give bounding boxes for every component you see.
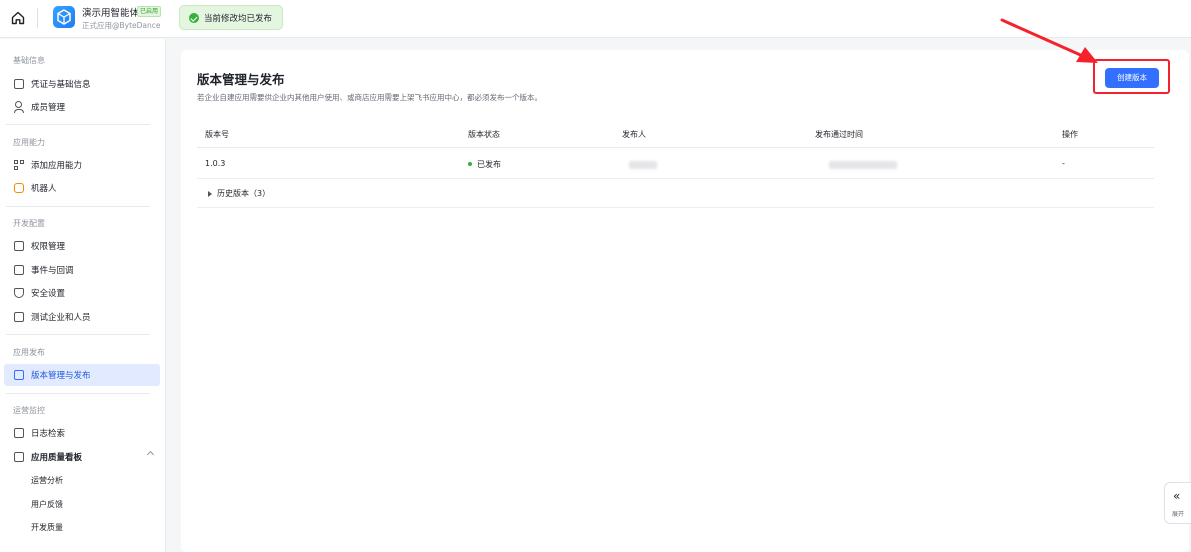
test-icon [14, 312, 24, 322]
sidebar-item-add-capability[interactable]: 添加应用能力 [4, 154, 160, 176]
double-chevron-left-icon: « [1173, 489, 1181, 503]
app-logo-icon [53, 6, 75, 28]
divider [6, 124, 150, 125]
sidebar-item-label: 机器人 [31, 184, 57, 194]
event-icon [14, 265, 24, 275]
annotation-arrow-icon [1000, 18, 1098, 63]
app-status-badge: 已启用 [137, 6, 162, 17]
sidebar-item-label: 添加应用能力 [31, 161, 83, 171]
grid-plus-icon [14, 160, 24, 170]
sidebar-subitem-ops-analysis[interactable]: 运营分析 [31, 475, 63, 486]
home-icon[interactable] [10, 10, 26, 26]
publisher-redacted [629, 161, 657, 169]
sidebar-item-label: 成员管理 [31, 103, 66, 113]
section-title-capabilities: 应用能力 [13, 138, 45, 147]
app-name: 演示用智能体 [82, 8, 140, 19]
topbar-divider [37, 8, 38, 28]
expand-label: 展开 [1172, 511, 1185, 518]
caret-right-icon [208, 191, 212, 197]
page-description: 若企业自建应用需要供企业内其他用户使用、或商店应用需要上架飞书应用中心，都必须发… [197, 93, 542, 102]
divider [6, 334, 150, 335]
sidebar-item-version-release[interactable]: 版本管理与发布 [4, 364, 160, 386]
credentials-icon [14, 79, 24, 89]
column-header-publisher: 发布人 [622, 130, 646, 139]
column-header-approved-time: 发布通过时间 [815, 130, 863, 139]
check-circle-icon [189, 13, 199, 23]
history-versions-label: 历史版本（3） [217, 189, 271, 198]
sidebar-item-security[interactable]: 安全设置 [4, 282, 160, 304]
section-title-basic: 基础信息 [13, 56, 45, 65]
sidebar-item-quality-board[interactable]: 应用质量看板 [4, 446, 160, 468]
section-title-release: 应用发布 [13, 348, 45, 357]
sidebar-item-credentials[interactable]: 凭证与基础信息 [4, 73, 160, 95]
sidebar-subitem-user-feedback[interactable]: 用户反馈 [31, 499, 63, 510]
sidebar-item-members[interactable]: 成员管理 [4, 96, 160, 118]
sidebar-item-logs[interactable]: 日志检索 [4, 422, 160, 444]
release-icon [14, 370, 24, 380]
sidebar-item-label: 版本管理与发布 [31, 371, 91, 381]
column-header-actions: 操作 [1062, 130, 1078, 139]
sidebar-item-label: 事件与回调 [31, 266, 74, 276]
app-subtitle: 正式应用@ByteDance [82, 21, 161, 30]
column-header-version: 版本号 [205, 130, 229, 139]
table-header: 版本号 版本状态 发布人 发布通过时间 操作 [197, 119, 1154, 148]
page-title: 版本管理与发布 [197, 72, 285, 87]
publish-status-notice: 当前修改均已发布 [179, 5, 283, 30]
main-card: 版本管理与发布 若企业自建应用需要供企业内其他用户使用、或商店应用需要上架飞书应… [181, 50, 1189, 552]
notice-text: 当前修改均已发布 [204, 14, 273, 24]
sidebar-item-events[interactable]: 事件与回调 [4, 259, 160, 281]
sidebar-item-label: 安全设置 [31, 289, 66, 299]
log-icon [14, 428, 24, 438]
column-header-status: 版本状态 [468, 130, 500, 139]
status-text: 已发布 [477, 160, 501, 169]
create-version-button[interactable]: 创建版本 [1105, 68, 1159, 88]
person-icon-body [14, 109, 24, 113]
sidebar-item-bot[interactable]: 机器人 [4, 177, 160, 199]
robot-icon [14, 183, 24, 193]
bar-chart-icon [14, 452, 24, 462]
divider [6, 393, 150, 394]
status-dot [468, 161, 472, 166]
sidebar-subitem-dev-quality[interactable]: 开发质量 [31, 522, 63, 533]
lock-icon [14, 241, 24, 251]
sidebar: 基础信息 凭证与基础信息 成员管理 应用能力 添加应用能力 机器人 开发配置 权… [0, 39, 166, 552]
section-title-dev-config: 开发配置 [13, 219, 45, 228]
approved-time-redacted [829, 161, 897, 169]
chevron-up-icon [146, 450, 155, 459]
version-number: 1.0.3 [205, 159, 226, 168]
sidebar-item-label: 凭证与基础信息 [31, 80, 91, 90]
divider [6, 206, 150, 207]
sidebar-item-label: 权限管理 [31, 242, 66, 252]
expand-panel-button[interactable]: « 展开 [1164, 482, 1191, 524]
version-status: 已发布 [468, 159, 501, 170]
row-action: - [1062, 159, 1065, 168]
shield-icon [14, 288, 24, 298]
person-icon [15, 101, 22, 108]
section-title-monitoring: 运营监控 [13, 406, 45, 415]
sidebar-item-label: 日志检索 [31, 429, 66, 439]
table-row: 1.0.3 已发布 - [197, 148, 1154, 179]
sidebar-item-test-users[interactable]: 测试企业和人员 [4, 306, 160, 328]
history-versions-toggle[interactable]: 历史版本（3） [197, 180, 1154, 208]
sidebar-item-permissions[interactable]: 权限管理 [4, 235, 160, 257]
sidebar-item-label: 测试企业和人员 [31, 313, 91, 323]
sidebar-item-label: 应用质量看板 [31, 453, 83, 463]
